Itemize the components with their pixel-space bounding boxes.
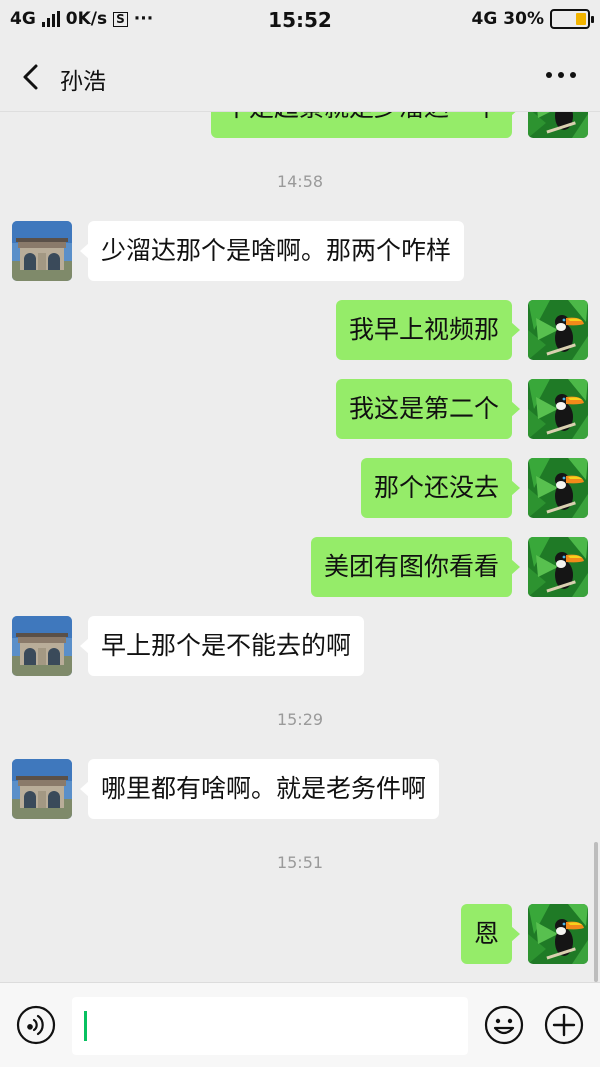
- message-bubble-incoming[interactable]: 早上那个是不能去的啊: [79, 616, 365, 676]
- my-avatar[interactable]: [528, 379, 588, 439]
- my-avatar[interactable]: [528, 904, 588, 964]
- emoji-icon[interactable]: [484, 1005, 524, 1045]
- input-bar: [0, 982, 600, 1067]
- contact-avatar[interactable]: [12, 759, 72, 819]
- plus-icon[interactable]: [544, 1005, 584, 1045]
- message-bubble-outgoing[interactable]: 美团有图你看看: [310, 537, 521, 597]
- status-right: 4G 30%: [471, 9, 594, 29]
- chat-header: 孙浩: [0, 42, 600, 112]
- message-bubble-outgoing[interactable]: 我这是第二个: [335, 379, 521, 439]
- message-bubble-incoming[interactable]: 少溜达那个是啥啊。那两个咋样: [79, 221, 465, 281]
- message-bubble-incoming[interactable]: 哪里都有啥啊。就是老务件啊: [79, 759, 440, 819]
- chevron-left-icon[interactable]: [14, 60, 48, 94]
- my-avatar[interactable]: [528, 537, 588, 597]
- timestamp: 15:51: [276, 853, 324, 872]
- my-avatar[interactable]: [528, 112, 588, 138]
- message-bubble-outgoing[interactable]: 那个还没去: [360, 458, 521, 518]
- text-caret: [84, 1011, 87, 1041]
- my-avatar[interactable]: [528, 458, 588, 518]
- my-avatar[interactable]: [528, 300, 588, 360]
- message-list[interactable]: 不是超景就是少溜达一个 14:58 少溜达那个是啥啊。那两个咋样 我早上视频那 …: [0, 112, 600, 982]
- network-type-right: 4G: [471, 9, 498, 29]
- timestamp: 15:29: [276, 710, 324, 729]
- voice-icon[interactable]: [16, 1005, 56, 1045]
- battery-icon: [550, 9, 594, 29]
- message-bubble-outgoing[interactable]: 我早上视频那: [335, 300, 521, 360]
- contact-avatar[interactable]: [12, 616, 72, 676]
- contact-avatar[interactable]: [12, 221, 72, 281]
- chat-title: 孙浩: [60, 69, 106, 95]
- scrollbar[interactable]: [594, 842, 598, 982]
- timestamp: 14:58: [276, 172, 324, 191]
- message-bubble-outgoing[interactable]: 不是超景就是少溜达一个: [210, 112, 521, 138]
- message-input[interactable]: [72, 997, 468, 1055]
- message-bubble-outgoing[interactable]: 恩: [460, 904, 521, 964]
- more-dots-icon[interactable]: [546, 72, 576, 78]
- status-bar: 4G 0K/s S ··· 15:52 4G 30%: [0, 0, 600, 42]
- battery-percent: 30%: [503, 9, 544, 29]
